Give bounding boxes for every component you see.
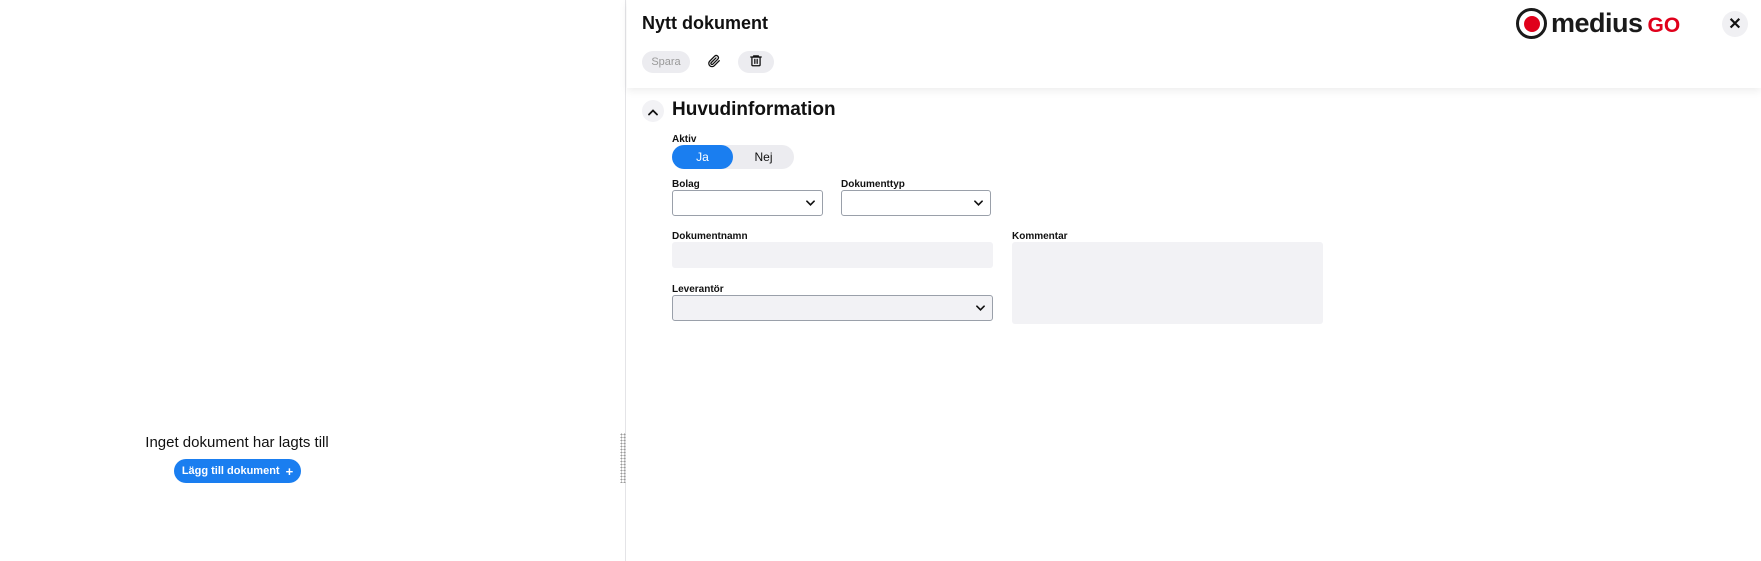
leverantor-select[interactable] bbox=[672, 295, 993, 321]
leverantor-label: Leverantör bbox=[672, 284, 724, 295]
delete-button[interactable] bbox=[738, 51, 774, 73]
dokumentnamn-label: Dokumentnamn bbox=[672, 231, 748, 242]
aktiv-toggle: Ja Nej bbox=[672, 145, 794, 169]
kommentar-label: Kommentar bbox=[1012, 231, 1068, 242]
document-form-pane: Nytt dokument Spara medius GO ✕ Huvudinf… bbox=[627, 0, 1761, 561]
add-document-button[interactable]: Lägg till dokument + bbox=[174, 459, 301, 483]
dokumentnamn-input[interactable] bbox=[672, 242, 993, 268]
bolag-select[interactable] bbox=[672, 190, 823, 216]
collapse-section-button[interactable] bbox=[642, 100, 664, 122]
aktiv-label: Aktiv bbox=[672, 134, 697, 145]
close-icon: ✕ bbox=[1728, 16, 1742, 33]
plus-icon: + bbox=[285, 463, 294, 479]
form-header: Nytt dokument Spara medius GO ✕ bbox=[627, 0, 1761, 88]
paperclip-icon bbox=[707, 54, 721, 71]
kommentar-textarea[interactable] bbox=[1012, 242, 1323, 324]
pane-resize-handle[interactable] bbox=[620, 433, 626, 483]
dokumenttyp-select[interactable] bbox=[841, 190, 991, 216]
toolbar: Spara bbox=[642, 51, 774, 73]
save-button[interactable]: Spara bbox=[642, 51, 690, 73]
logo-go: GO bbox=[1647, 14, 1681, 37]
close-button[interactable]: ✕ bbox=[1722, 11, 1748, 37]
chevron-down-icon bbox=[974, 198, 983, 209]
bolag-label: Bolag bbox=[672, 179, 700, 190]
chevron-up-icon bbox=[648, 104, 658, 119]
document-preview-pane: Inget dokument har lagts till Lägg till … bbox=[0, 0, 626, 561]
attach-button[interactable] bbox=[702, 51, 726, 73]
empty-state-message: Inget dokument har lagts till bbox=[145, 434, 329, 451]
aktiv-option-ja[interactable]: Ja bbox=[672, 145, 733, 169]
medius-go-logo: medius GO bbox=[1516, 8, 1680, 39]
trash-icon bbox=[749, 53, 763, 71]
aktiv-option-nej[interactable]: Nej bbox=[733, 145, 794, 169]
logo-mark-icon bbox=[1516, 8, 1547, 39]
section-title: Huvudinformation bbox=[672, 99, 836, 120]
chevron-down-icon bbox=[806, 198, 815, 209]
logo-wordmark: medius bbox=[1551, 8, 1643, 38]
add-document-label: Lägg till dokument bbox=[181, 465, 280, 477]
page-title: Nytt dokument bbox=[642, 13, 768, 33]
chevron-down-icon bbox=[976, 303, 985, 314]
dokumenttyp-label: Dokumenttyp bbox=[841, 179, 905, 190]
